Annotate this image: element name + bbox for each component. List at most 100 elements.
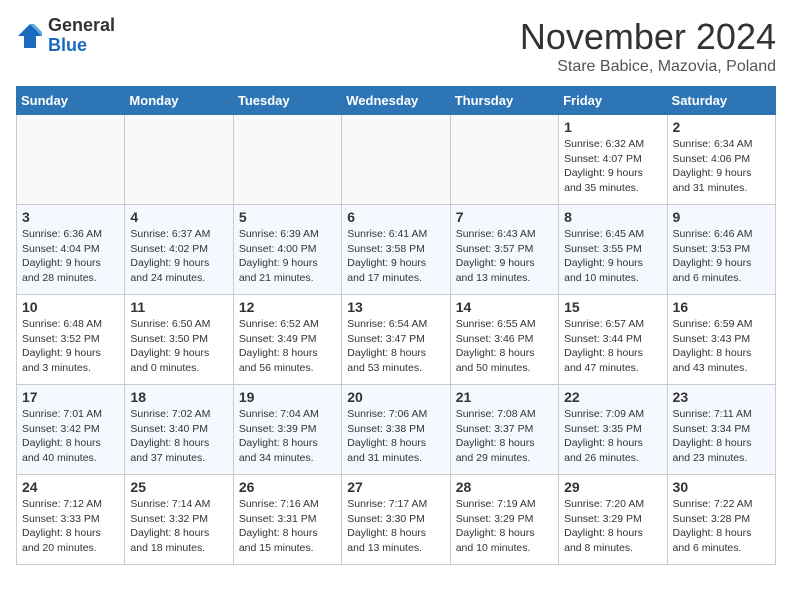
day-number: 4 xyxy=(130,209,227,225)
calendar-cell: 26 Sunrise: 7:16 AM Sunset: 3:31 PM Dayli… xyxy=(233,475,341,565)
day-number: 23 xyxy=(673,389,770,405)
day-number: 5 xyxy=(239,209,336,225)
day-number: 28 xyxy=(456,479,553,495)
day-info: Sunrise: 7:20 AM Sunset: 3:29 PM Dayligh… xyxy=(564,497,661,556)
day-info: Sunrise: 7:17 AM Sunset: 3:30 PM Dayligh… xyxy=(347,497,444,556)
calendar-cell: 10 Sunrise: 6:48 AM Sunset: 3:52 PM Dayli… xyxy=(17,295,125,385)
day-info: Sunrise: 6:36 AM Sunset: 4:04 PM Dayligh… xyxy=(22,227,119,286)
calendar-cell xyxy=(450,115,558,205)
day-info: Sunrise: 7:09 AM Sunset: 3:35 PM Dayligh… xyxy=(564,407,661,466)
calendar-cell: 11 Sunrise: 6:50 AM Sunset: 3:50 PM Dayli… xyxy=(125,295,233,385)
calendar-cell: 3 Sunrise: 6:36 AM Sunset: 4:04 PM Daylig… xyxy=(17,205,125,295)
calendar-cell: 6 Sunrise: 6:41 AM Sunset: 3:58 PM Daylig… xyxy=(342,205,450,295)
column-header-monday: Monday xyxy=(125,87,233,115)
day-info: Sunrise: 6:32 AM Sunset: 4:07 PM Dayligh… xyxy=(564,137,661,196)
day-number: 19 xyxy=(239,389,336,405)
calendar-week-4: 17 Sunrise: 7:01 AM Sunset: 3:42 PM Dayli… xyxy=(17,385,776,475)
location-subtitle: Stare Babice, Mazovia, Poland xyxy=(520,58,776,76)
day-info: Sunrise: 6:52 AM Sunset: 3:49 PM Dayligh… xyxy=(239,317,336,376)
calendar-cell: 4 Sunrise: 6:37 AM Sunset: 4:02 PM Daylig… xyxy=(125,205,233,295)
day-number: 17 xyxy=(22,389,119,405)
calendar-cell: 25 Sunrise: 7:14 AM Sunset: 3:32 PM Dayli… xyxy=(125,475,233,565)
day-info: Sunrise: 6:50 AM Sunset: 3:50 PM Dayligh… xyxy=(130,317,227,376)
calendar-cell: 30 Sunrise: 7:22 AM Sunset: 3:28 PM Dayli… xyxy=(667,475,775,565)
day-number: 21 xyxy=(456,389,553,405)
calendar-cell: 22Sunrise: 7:09 AM Sunset: 3:35 PM Dayli… xyxy=(559,385,667,475)
day-number: 1 xyxy=(564,119,661,135)
day-number: 8 xyxy=(564,209,661,225)
logo-text: General Blue xyxy=(48,16,115,56)
day-info: Sunrise: 6:45 AM Sunset: 3:55 PM Dayligh… xyxy=(564,227,661,286)
calendar-cell xyxy=(233,115,341,205)
day-number: 2 xyxy=(673,119,770,135)
calendar-cell: 21 Sunrise: 7:08 AM Sunset: 3:37 PM Dayli… xyxy=(450,385,558,475)
day-number: 25 xyxy=(130,479,227,495)
day-info: Sunrise: 6:48 AM Sunset: 3:52 PM Dayligh… xyxy=(22,317,119,376)
calendar-cell: 9Sunrise: 6:46 AM Sunset: 3:53 PM Daylig… xyxy=(667,205,775,295)
calendar-cell: 17 Sunrise: 7:01 AM Sunset: 3:42 PM Dayli… xyxy=(17,385,125,475)
calendar-cell xyxy=(342,115,450,205)
calendar-cell: 19 Sunrise: 7:04 AM Sunset: 3:39 PM Dayli… xyxy=(233,385,341,475)
day-info: Sunrise: 6:41 AM Sunset: 3:58 PM Dayligh… xyxy=(347,227,444,286)
day-number: 10 xyxy=(22,299,119,315)
month-title: November 2024 xyxy=(520,16,776,58)
calendar-week-5: 24Sunrise: 7:12 AM Sunset: 3:33 PM Dayli… xyxy=(17,475,776,565)
day-number: 9 xyxy=(673,209,770,225)
day-info: Sunrise: 7:22 AM Sunset: 3:28 PM Dayligh… xyxy=(673,497,770,556)
day-number: 12 xyxy=(239,299,336,315)
day-info: Sunrise: 7:11 AM Sunset: 3:34 PM Dayligh… xyxy=(673,407,770,466)
day-info: Sunrise: 6:57 AM Sunset: 3:44 PM Dayligh… xyxy=(564,317,661,376)
day-number: 26 xyxy=(239,479,336,495)
column-header-wednesday: Wednesday xyxy=(342,87,450,115)
calendar-cell: 8 Sunrise: 6:45 AM Sunset: 3:55 PM Daylig… xyxy=(559,205,667,295)
day-number: 14 xyxy=(456,299,553,315)
day-number: 13 xyxy=(347,299,444,315)
calendar-cell: 16 Sunrise: 6:59 AM Sunset: 3:43 PM Dayli… xyxy=(667,295,775,385)
day-info: Sunrise: 7:04 AM Sunset: 3:39 PM Dayligh… xyxy=(239,407,336,466)
day-number: 16 xyxy=(673,299,770,315)
calendar-table: SundayMondayTuesdayWednesdayThursdayFrid… xyxy=(16,86,776,565)
day-info: Sunrise: 7:16 AM Sunset: 3:31 PM Dayligh… xyxy=(239,497,336,556)
calendar-cell: 7Sunrise: 6:43 AM Sunset: 3:57 PM Daylig… xyxy=(450,205,558,295)
calendar-cell: 27Sunrise: 7:17 AM Sunset: 3:30 PM Dayli… xyxy=(342,475,450,565)
calendar-cell: 12 Sunrise: 6:52 AM Sunset: 3:49 PM Dayli… xyxy=(233,295,341,385)
calendar-cell: 20Sunrise: 7:06 AM Sunset: 3:38 PM Dayli… xyxy=(342,385,450,475)
logo: General Blue xyxy=(16,16,115,56)
calendar-cell: 28 Sunrise: 7:19 AM Sunset: 3:29 PM Dayli… xyxy=(450,475,558,565)
day-info: Sunrise: 6:34 AM Sunset: 4:06 PM Dayligh… xyxy=(673,137,770,196)
day-info: Sunrise: 7:14 AM Sunset: 3:32 PM Dayligh… xyxy=(130,497,227,556)
day-info: Sunrise: 7:02 AM Sunset: 3:40 PM Dayligh… xyxy=(130,407,227,466)
column-header-saturday: Saturday xyxy=(667,87,775,115)
calendar-week-2: 3 Sunrise: 6:36 AM Sunset: 4:04 PM Daylig… xyxy=(17,205,776,295)
calendar-header-row: SundayMondayTuesdayWednesdayThursdayFrid… xyxy=(17,87,776,115)
calendar-cell: 13Sunrise: 6:54 AM Sunset: 3:47 PM Dayli… xyxy=(342,295,450,385)
day-info: Sunrise: 7:08 AM Sunset: 3:37 PM Dayligh… xyxy=(456,407,553,466)
day-number: 3 xyxy=(22,209,119,225)
column-header-sunday: Sunday xyxy=(17,87,125,115)
day-info: Sunrise: 6:43 AM Sunset: 3:57 PM Dayligh… xyxy=(456,227,553,286)
day-number: 18 xyxy=(130,389,227,405)
title-block: November 2024 Stare Babice, Mazovia, Pol… xyxy=(520,16,776,76)
calendar-cell: 18 Sunrise: 7:02 AM Sunset: 3:40 PM Dayli… xyxy=(125,385,233,475)
day-number: 11 xyxy=(130,299,227,315)
column-header-friday: Friday xyxy=(559,87,667,115)
calendar-cell: 15 Sunrise: 6:57 AM Sunset: 3:44 PM Dayli… xyxy=(559,295,667,385)
day-number: 30 xyxy=(673,479,770,495)
column-header-thursday: Thursday xyxy=(450,87,558,115)
day-number: 20 xyxy=(347,389,444,405)
calendar-cell: 29Sunrise: 7:20 AM Sunset: 3:29 PM Dayli… xyxy=(559,475,667,565)
calendar-cell: 24Sunrise: 7:12 AM Sunset: 3:33 PM Dayli… xyxy=(17,475,125,565)
day-info: Sunrise: 6:59 AM Sunset: 3:43 PM Dayligh… xyxy=(673,317,770,376)
day-number: 6 xyxy=(347,209,444,225)
day-info: Sunrise: 6:39 AM Sunset: 4:00 PM Dayligh… xyxy=(239,227,336,286)
day-info: Sunrise: 7:19 AM Sunset: 3:29 PM Dayligh… xyxy=(456,497,553,556)
calendar-cell: 5 Sunrise: 6:39 AM Sunset: 4:00 PM Daylig… xyxy=(233,205,341,295)
day-info: Sunrise: 6:37 AM Sunset: 4:02 PM Dayligh… xyxy=(130,227,227,286)
calendar-cell xyxy=(125,115,233,205)
calendar-week-3: 10 Sunrise: 6:48 AM Sunset: 3:52 PM Dayli… xyxy=(17,295,776,385)
day-number: 15 xyxy=(564,299,661,315)
day-info: Sunrise: 7:12 AM Sunset: 3:33 PM Dayligh… xyxy=(22,497,119,556)
calendar-cell: 23 Sunrise: 7:11 AM Sunset: 3:34 PM Dayli… xyxy=(667,385,775,475)
day-info: Sunrise: 7:01 AM Sunset: 3:42 PM Dayligh… xyxy=(22,407,119,466)
logo-icon xyxy=(16,22,44,50)
